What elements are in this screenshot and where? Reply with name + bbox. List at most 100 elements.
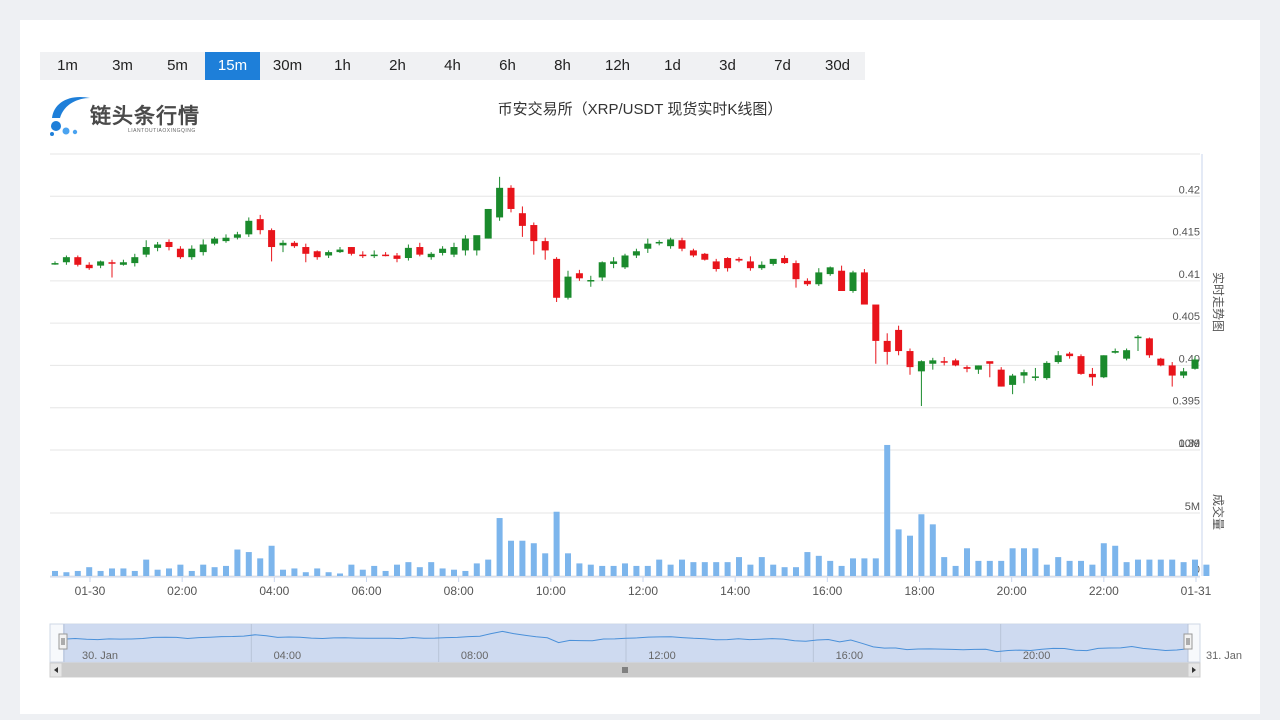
volume-bar bbox=[1055, 557, 1062, 576]
volume-bar bbox=[565, 553, 571, 576]
candle-body bbox=[598, 262, 606, 278]
candle-body bbox=[952, 360, 960, 366]
candle-body bbox=[404, 247, 412, 259]
candle-body bbox=[895, 329, 903, 352]
candle-body bbox=[1123, 350, 1131, 359]
volume-bar bbox=[1043, 564, 1050, 576]
candle bbox=[1180, 367, 1188, 379]
candle bbox=[838, 265, 846, 292]
navigator-label: 08:00 bbox=[461, 650, 489, 662]
volume-bar bbox=[52, 570, 58, 576]
candle-body bbox=[416, 247, 424, 255]
volume-bar bbox=[496, 518, 503, 576]
x-axis-label: 01-31 bbox=[1181, 584, 1212, 598]
volume-bar bbox=[850, 558, 856, 576]
candle-body bbox=[507, 187, 515, 209]
candle-body bbox=[347, 247, 355, 254]
volume-axis-title: 成交量 bbox=[1211, 494, 1226, 530]
candle-body bbox=[621, 255, 629, 268]
candle bbox=[245, 217, 253, 237]
candle-body bbox=[553, 258, 561, 298]
candle-body bbox=[74, 257, 82, 265]
candle bbox=[541, 237, 549, 260]
candle bbox=[724, 257, 732, 272]
volume-bar bbox=[1135, 559, 1141, 576]
candle bbox=[963, 365, 971, 373]
volume-bar bbox=[394, 564, 400, 576]
volume-bar bbox=[177, 564, 184, 576]
volume-tick-label: 10M bbox=[1179, 438, 1200, 450]
candle-body bbox=[575, 273, 583, 279]
volume-bar bbox=[656, 559, 663, 576]
candle bbox=[803, 278, 811, 286]
navigator-handle-left[interactable] bbox=[58, 633, 68, 650]
candle bbox=[1031, 367, 1039, 381]
candle bbox=[655, 240, 663, 246]
candle bbox=[929, 357, 937, 370]
candle bbox=[564, 270, 572, 300]
candle bbox=[667, 237, 675, 249]
candle bbox=[974, 365, 982, 374]
navigator-handle-right[interactable] bbox=[1183, 633, 1193, 650]
candle bbox=[119, 259, 127, 266]
candle bbox=[382, 252, 390, 257]
candle-body bbox=[518, 213, 526, 226]
candle-body bbox=[154, 244, 162, 248]
candle-body bbox=[1054, 355, 1062, 363]
volume-bar bbox=[120, 568, 127, 576]
candle-body bbox=[211, 238, 219, 244]
volume-bar bbox=[542, 553, 549, 576]
candle-body bbox=[997, 369, 1005, 387]
candle bbox=[575, 269, 583, 281]
candle bbox=[473, 235, 481, 256]
candle bbox=[906, 348, 914, 375]
candle-body bbox=[1100, 355, 1108, 378]
candle-body bbox=[279, 242, 287, 246]
candle bbox=[1020, 369, 1028, 384]
volume-bar bbox=[97, 570, 104, 576]
volume-bar bbox=[439, 568, 446, 576]
candle-body bbox=[986, 361, 994, 364]
volume-bar bbox=[245, 552, 252, 576]
candle-body bbox=[199, 244, 207, 253]
volume-bar bbox=[838, 565, 845, 576]
candle-body bbox=[1134, 336, 1142, 339]
navigator-label: 30. Jan bbox=[82, 650, 118, 662]
candle-body bbox=[245, 220, 253, 235]
candle bbox=[279, 240, 287, 253]
candle bbox=[347, 247, 355, 256]
volume-bar bbox=[1180, 562, 1187, 576]
volume-bar bbox=[633, 565, 640, 576]
candle bbox=[952, 358, 960, 367]
volume-bar bbox=[736, 557, 742, 576]
volume-bar bbox=[872, 558, 879, 576]
volume-bar bbox=[359, 569, 366, 576]
candle bbox=[325, 250, 333, 259]
candle bbox=[416, 242, 424, 257]
candle bbox=[1111, 348, 1119, 354]
candle bbox=[815, 268, 823, 286]
x-axis-label: 14:00 bbox=[720, 584, 750, 598]
candle bbox=[108, 259, 116, 278]
volume-bar bbox=[1169, 559, 1176, 576]
candle-body bbox=[165, 241, 173, 248]
candle bbox=[85, 262, 93, 270]
candle bbox=[735, 257, 743, 263]
price-tick-label: 0.405 bbox=[1172, 311, 1200, 323]
candle bbox=[860, 269, 868, 305]
candle-body bbox=[974, 365, 982, 370]
volume-bar bbox=[302, 572, 309, 576]
volume-bar bbox=[223, 565, 229, 576]
volume-bar bbox=[975, 560, 982, 576]
volume-bar bbox=[964, 548, 970, 576]
volume-bar bbox=[576, 563, 583, 576]
volume-bar bbox=[109, 568, 115, 576]
candle-body bbox=[940, 361, 948, 363]
candle-body bbox=[746, 261, 754, 269]
candle bbox=[1145, 337, 1153, 358]
candle-body bbox=[963, 367, 971, 369]
candle bbox=[883, 333, 891, 365]
volume-bar bbox=[200, 564, 207, 576]
volume-tick-label: 5M bbox=[1185, 501, 1200, 513]
candle bbox=[587, 275, 595, 287]
